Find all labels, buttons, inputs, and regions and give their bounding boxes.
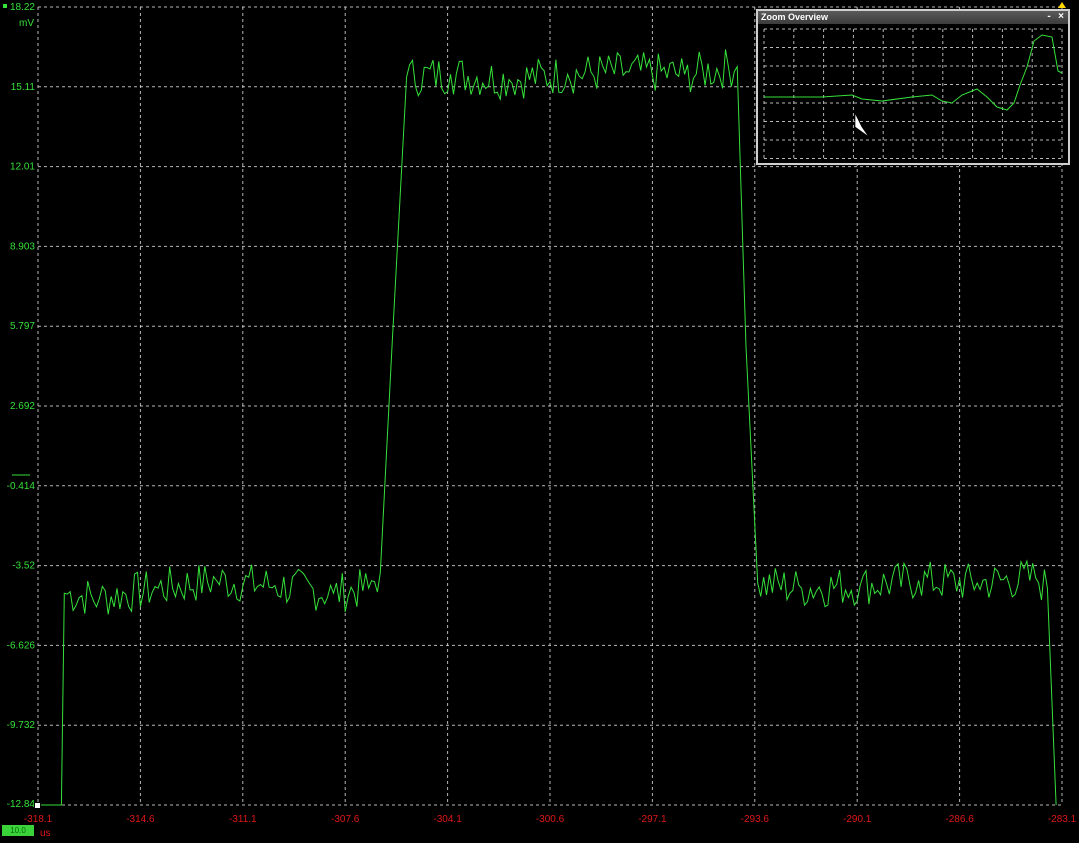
y-unit-label: mV — [19, 18, 34, 29]
x-tick-label: -314.6 — [126, 814, 155, 825]
minimize-icon[interactable]: - — [1044, 11, 1054, 23]
y-tick-label: -0.414 — [7, 481, 36, 492]
y-tick-label: 2.692 — [10, 401, 35, 412]
mouse-pointer-icon — [854, 112, 870, 138]
x-tick-label: -300.6 — [536, 814, 565, 825]
x-tick-label: -297.1 — [638, 814, 667, 825]
y-tick-label: 15.11 — [11, 82, 36, 93]
y-tick-label: -3.52 — [12, 561, 35, 572]
y-tick-label: 12.01 — [10, 162, 35, 173]
y-axis-labels: 18.22 15.11 12.01 8.903 5.797 2.692 -0.414 -3.5… — [7, 2, 36, 810]
oscilloscope-display[interactable]: 18.22 15.11 12.01 8.903 5.797 2.692 -0.414 -3.5… — [0, 0, 1079, 839]
y-tick-label: 8.903 — [10, 241, 35, 252]
y-tick-label: 18.22 — [10, 2, 35, 13]
zoom-overview-plot[interactable] — [762, 27, 1064, 161]
x-tick-label: -304.1 — [433, 814, 462, 825]
trigger-marker-icon[interactable] — [1058, 2, 1066, 8]
x-tick-label: -293.6 — [741, 814, 770, 825]
x-axis-labels: -318.1 -314.6 -311.1 -307.6 -304.1 -300.6 -297… — [24, 814, 1077, 825]
x-tick-label: -286.6 — [945, 814, 974, 825]
x-tick-label: -283.1 — [1048, 814, 1077, 825]
zoom-overview-window[interactable]: Zoom Overview - × — [756, 9, 1070, 165]
x-tick-label: -311.1 — [229, 814, 257, 825]
y-tick-label: -9.732 — [7, 720, 36, 731]
channel-scale-badge: 10.0 — [2, 825, 34, 836]
x-tick-label: -318.1 — [24, 814, 53, 825]
x-tick-label: -307.6 — [331, 814, 360, 825]
zoom-overview-title: Zoom Overview — [761, 12, 829, 22]
y-tick-label: -6.626 — [7, 640, 36, 651]
cursor-handle[interactable] — [34, 802, 41, 809]
zoom-overview-titlebar[interactable]: Zoom Overview - × — [758, 11, 1068, 24]
y-tick-label: 5.797 — [10, 321, 35, 332]
y-tick-label: -12.84 — [7, 799, 36, 810]
close-icon[interactable]: × — [1056, 11, 1066, 23]
x-unit-label: us — [40, 828, 51, 838]
x-tick-label: -290.1 — [843, 814, 872, 825]
channel-indicator-icon — [3, 4, 7, 8]
